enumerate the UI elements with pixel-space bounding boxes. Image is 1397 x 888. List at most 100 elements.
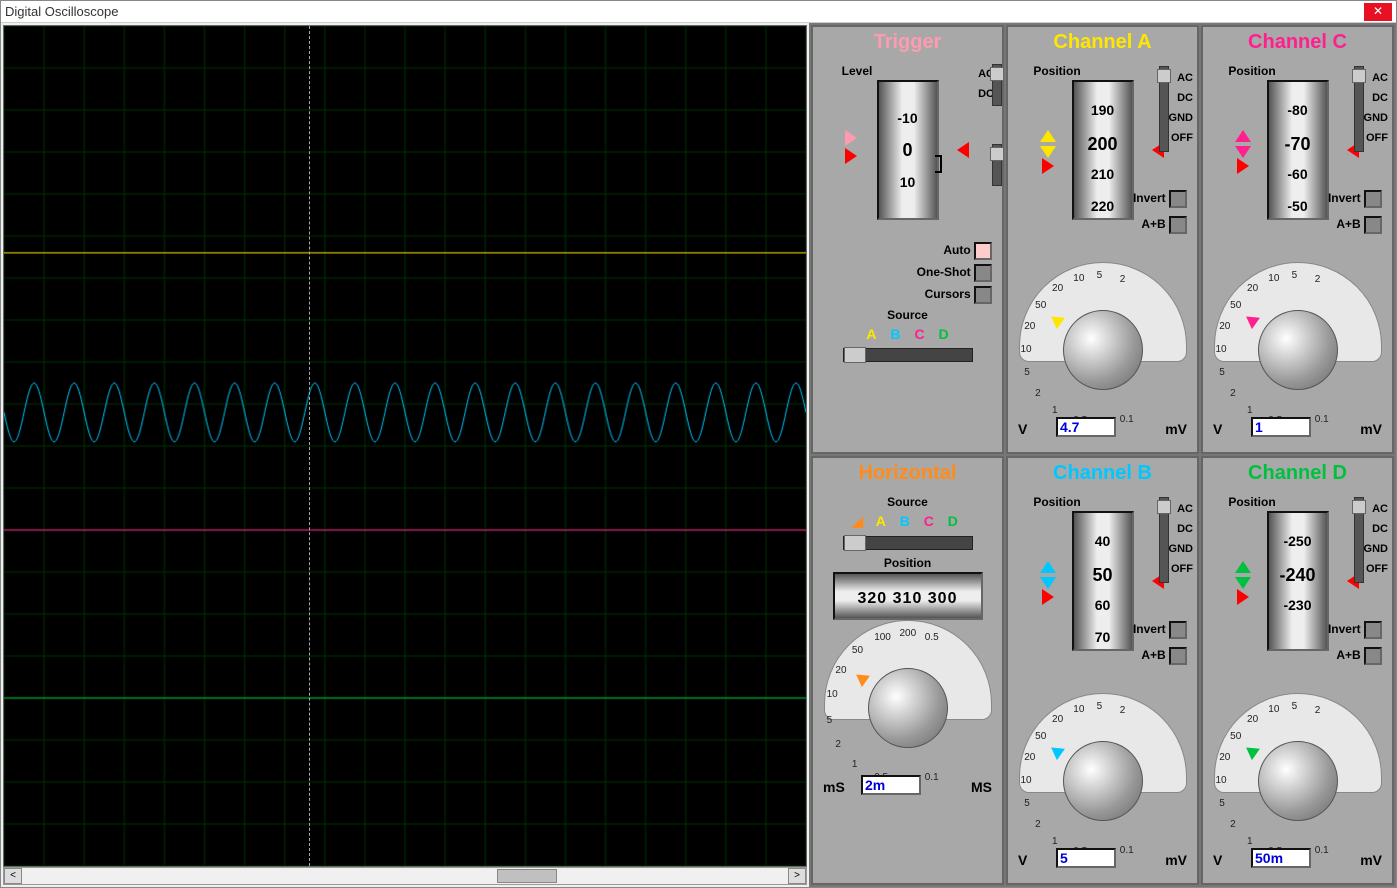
- ch-C-pos-left-red: [1237, 158, 1249, 174]
- ch-D-knob-area: 0.10.20.5125102050201052VmV: [1207, 693, 1388, 868]
- ch-C-coupling-slider[interactable]: [1354, 66, 1364, 152]
- close-button[interactable]: ✕: [1364, 3, 1392, 21]
- ch-B-coupling-GND: GND: [1169, 539, 1193, 559]
- ch-C-ab-checkbox[interactable]: [1364, 216, 1382, 234]
- trigger-oneshot-checkbox[interactable]: [974, 264, 992, 282]
- ch-D-position-label: Position: [1207, 493, 1297, 511]
- ch-A-coupling-GND: GND: [1169, 108, 1193, 128]
- trigger-edge-slider[interactable]: [992, 144, 1002, 186]
- ch-B-pos-up[interactable]: [1040, 561, 1056, 573]
- ch-C-value-input[interactable]: [1251, 417, 1311, 437]
- ch-D-ab-checkbox[interactable]: [1364, 647, 1382, 665]
- horizontal-title: Horizontal: [813, 458, 1002, 489]
- ch-D-coupling-AC: AC: [1364, 499, 1388, 519]
- trigger-cursors-label: Cursors: [925, 287, 971, 301]
- ch-A-coupling-slider[interactable]: [1159, 66, 1169, 152]
- ch-C-pos-up[interactable]: [1235, 130, 1251, 142]
- scroll-right-button[interactable]: >: [788, 868, 806, 884]
- ch-D-pos-up[interactable]: [1235, 561, 1251, 573]
- horizontal-knob-area: 0.10.20.51251020501002000.5 mS MS: [817, 620, 998, 795]
- ch-A-pos-up[interactable]: [1040, 130, 1056, 142]
- ch-A-coupling-AC: AC: [1169, 68, 1193, 88]
- ch-B-coupling-slider[interactable]: [1159, 497, 1169, 583]
- ch-B-value-input[interactable]: [1056, 848, 1116, 868]
- ch-A-unit-left: V: [1018, 421, 1027, 437]
- horizontal-unit-right: MS: [971, 779, 992, 795]
- channel-d-panel: Channel D Position-250-240-230ACDCGNDOFF…: [1201, 456, 1394, 885]
- ch-A-value-input[interactable]: [1056, 417, 1116, 437]
- ch-A-knob-area: 0.10.20.5125102050201052VmV: [1012, 262, 1193, 437]
- channel-b-title: Channel B: [1008, 458, 1197, 489]
- channel-c-title: Channel C: [1203, 27, 1392, 58]
- ch-A-pos-down[interactable]: [1040, 146, 1056, 158]
- ch-D-coupling-slider[interactable]: [1354, 497, 1364, 583]
- horizontal-unit-left: mS: [823, 779, 845, 795]
- ch-B-pos-down[interactable]: [1040, 577, 1056, 589]
- ch-C-invert-checkbox[interactable]: [1364, 190, 1382, 208]
- trigger-cursor[interactable]: [309, 26, 310, 866]
- ch-C-coupling-DC: DC: [1364, 88, 1388, 108]
- channel-a-title: Channel A: [1008, 27, 1197, 58]
- ch-C-knob-area: 0.10.20.5125102050201052VmV: [1207, 262, 1388, 437]
- scroll-left-button[interactable]: <: [4, 868, 22, 884]
- trigger-source-letters: A B C D: [817, 324, 998, 344]
- scope-canvas[interactable]: [4, 26, 806, 866]
- ch-C-gain-knob[interactable]: [1258, 310, 1338, 390]
- ch-D-pos-left-red: [1237, 589, 1249, 605]
- ch-A-invert-checkbox[interactable]: [1169, 190, 1187, 208]
- ch-B-coupling-AC: AC: [1169, 499, 1193, 519]
- ch-A-coupling-DC: DC: [1169, 88, 1193, 108]
- trigger-panel: Trigger Level -10 0 10: [811, 25, 1004, 454]
- ch-A-gain-knob[interactable]: [1063, 310, 1143, 390]
- trigger-source-label: Source: [817, 306, 998, 324]
- horizontal-source-letters: ◢ A B C D: [817, 511, 998, 532]
- ch-C-pos-down[interactable]: [1235, 146, 1251, 158]
- horizontal-timebase-knob[interactable]: [868, 668, 948, 748]
- scroll-thumb[interactable]: [497, 869, 557, 883]
- trigger-title: Trigger: [813, 27, 1002, 58]
- ch-C-coupling-AC: AC: [1364, 68, 1388, 88]
- ch-A-pos-left-red: [1042, 158, 1054, 174]
- channel-d-title: Channel D: [1203, 458, 1392, 489]
- ch-D-unit-left: V: [1213, 852, 1222, 868]
- horizontal-panel: Horizontal Source ◢ A B C D Position 320…: [811, 456, 1004, 885]
- ch-B-position-drum[interactable]: 40506070: [1072, 511, 1134, 651]
- trigger-cursors-checkbox[interactable]: [974, 286, 992, 304]
- horizontal-scrollbar[interactable]: < >: [3, 867, 807, 885]
- ch-D-gain-knob[interactable]: [1258, 741, 1338, 821]
- ch-B-invert-checkbox[interactable]: [1169, 621, 1187, 639]
- oscilloscope-window: Digital Oscilloscope ✕ < > Trigger Level: [0, 0, 1397, 888]
- horizontal-dial: 0.10.20.51251020501002000.5: [824, 620, 992, 788]
- ch-B-gain-knob[interactable]: [1063, 741, 1143, 821]
- ch-B-unit-right: mV: [1165, 852, 1187, 868]
- scroll-track[interactable]: [22, 868, 788, 884]
- ch-A-position-drum[interactable]: 190200210220: [1072, 80, 1134, 220]
- level-up-indicator: [845, 130, 857, 146]
- trigger-level-drum[interactable]: -10 0 10: [877, 80, 939, 220]
- ch-D-invert-checkbox[interactable]: [1364, 621, 1382, 639]
- trigger-oneshot-label: One-Shot: [917, 265, 971, 279]
- trigger-source-slider[interactable]: [843, 348, 973, 362]
- horizontal-source-label: Source: [817, 493, 998, 511]
- horizontal-value-input[interactable]: [861, 775, 921, 795]
- horizontal-source-slider[interactable]: [843, 536, 973, 550]
- ch-C-position-drum[interactable]: -80-70-60-50: [1267, 80, 1329, 220]
- trigger-auto-checkbox[interactable]: [974, 242, 992, 260]
- ch-A-position-label: Position: [1012, 62, 1102, 80]
- ch-D-value-input[interactable]: [1251, 848, 1311, 868]
- ch-B-pos-left-red: [1042, 589, 1054, 605]
- trigger-coupling-slider[interactable]: [992, 64, 1002, 106]
- scope-canvas-wrap: [3, 25, 807, 867]
- level-red-indicator: [845, 148, 857, 164]
- ch-C-position-label: Position: [1207, 62, 1297, 80]
- ch-D-coupling-DC: DC: [1364, 519, 1388, 539]
- trigger-edge-icon: [933, 148, 957, 180]
- ch-A-ab-checkbox[interactable]: [1169, 216, 1187, 234]
- ch-B-unit-left: V: [1018, 852, 1027, 868]
- ch-B-ab-checkbox[interactable]: [1169, 647, 1187, 665]
- ch-C-coupling-OFF: OFF: [1364, 128, 1388, 148]
- ch-D-position-drum[interactable]: -250-240-230: [1267, 511, 1329, 651]
- horizontal-position-drum[interactable]: 320 310 300: [833, 572, 983, 620]
- control-panels: Trigger Level -10 0 10: [809, 23, 1396, 887]
- ch-D-pos-down[interactable]: [1235, 577, 1251, 589]
